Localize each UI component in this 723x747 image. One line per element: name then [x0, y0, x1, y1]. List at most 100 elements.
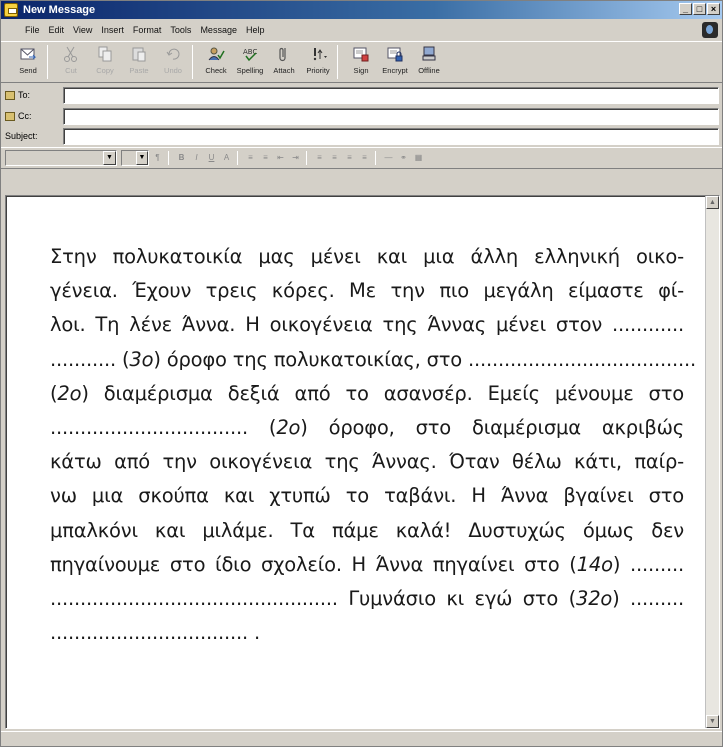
- undo-label: Undo: [164, 66, 182, 75]
- message-body-text[interactable]: Στην πολυκατοικία μας μένει και μια άλλη…: [50, 240, 696, 650]
- windows-logo-icon: [702, 22, 718, 38]
- subject-field[interactable]: [63, 128, 719, 145]
- horizontal-line-icon[interactable]: —: [382, 151, 395, 165]
- sign-button[interactable]: Sign: [344, 42, 378, 82]
- ordinal-number: 3ο: [129, 347, 154, 371]
- toolbar-separator: [168, 151, 169, 165]
- attach-button[interactable]: Attach: [267, 42, 301, 82]
- formatting-toolbar: ▼ ▼ ¶ B I U A ≡ ≡ ⇤ ⇥ ≡ ≡ ≡ ≡ — ⚭ ▦: [1, 147, 722, 169]
- title-bar[interactable]: New Message _ □ ×: [1, 1, 722, 19]
- status-bar: [1, 731, 722, 747]
- vertical-scrollbar[interactable]: ▲ ▼: [705, 196, 719, 728]
- font-size-select[interactable]: ▼: [121, 150, 149, 166]
- message-body[interactable]: Στην πολυκατοικία μας μένει και μια άλλη…: [5, 195, 720, 729]
- maximize-button[interactable]: □: [693, 3, 706, 15]
- encrypt-label: Encrypt: [382, 66, 408, 75]
- body-text-segment: Στην πολυκατοικία μας μένει και μια άλλη…: [50, 245, 684, 268]
- insert-picture-icon[interactable]: ▦: [412, 151, 425, 165]
- increase-indent-icon[interactable]: ⇥: [289, 151, 302, 165]
- menu-message[interactable]: Message: [200, 25, 237, 35]
- encrypt-button[interactable]: Encrypt: [378, 42, 412, 82]
- insert-hyperlink-icon[interactable]: ⚭: [397, 151, 410, 165]
- paste-label: Paste: [129, 66, 149, 75]
- paragraph-style-icon[interactable]: ¶: [151, 151, 164, 165]
- to-label-button[interactable]: To:: [1, 90, 63, 100]
- send-button[interactable]: Send: [11, 42, 45, 82]
- decrease-indent-icon[interactable]: ⇤: [274, 151, 287, 165]
- body-text-segment: ) όροφο, στο διαμέρισμα ακριβώς: [300, 416, 684, 440]
- to-field[interactable]: [63, 87, 719, 104]
- align-left-icon[interactable]: ≡: [313, 151, 326, 165]
- check-names-button[interactable]: Check: [199, 42, 233, 82]
- ordinal-number: 2ο: [276, 416, 301, 440]
- close-button[interactable]: ×: [707, 3, 720, 15]
- body-line: (2ο) διαμέρισμα δεξιά από το ασανσέρ. Εμ…: [50, 377, 684, 411]
- chevron-down-icon: ▼: [103, 151, 116, 165]
- spelling-label: Spelling: [236, 66, 264, 75]
- minimize-button[interactable]: _: [679, 3, 692, 15]
- offline-button[interactable]: Offline: [412, 42, 446, 82]
- sign-icon: [352, 45, 370, 63]
- body-text-segment: λοι. Τη λένε Άννα. Η οικογένεια της Άννα…: [50, 313, 684, 337]
- align-center-icon[interactable]: ≡: [328, 151, 341, 165]
- toolbar-separator: [375, 151, 376, 165]
- scroll-down-button[interactable]: ▼: [706, 715, 719, 728]
- toolbar-separator: [237, 151, 238, 165]
- body-line: νω μια σκούπα και χτυπώ το ταβάνι. Η Άνν…: [50, 479, 684, 513]
- italic-icon[interactable]: I: [190, 151, 203, 165]
- menu-view[interactable]: View: [73, 25, 92, 35]
- undo-button[interactable]: Undo: [156, 42, 190, 82]
- body-line: κάτω από την οικογένεια της Άννας. Όταν …: [50, 445, 684, 479]
- font-name-select[interactable]: ▼: [5, 150, 117, 166]
- align-right-icon[interactable]: ≡: [343, 151, 356, 165]
- cc-field[interactable]: [63, 108, 719, 125]
- body-line: μπαλκόνι και μιλάμε. Τα πάμε καλά! Δυστυ…: [50, 514, 684, 548]
- font-color-icon[interactable]: A: [220, 151, 233, 165]
- paste-button[interactable]: Paste: [122, 42, 156, 82]
- menu-tools[interactable]: Tools: [170, 25, 191, 35]
- scroll-up-button[interactable]: ▲: [706, 196, 719, 209]
- body-line: λοι. Τη λένε Άννα. Η οικογένεια της Άννα…: [50, 308, 684, 342]
- bulleted-list-icon[interactable]: ≡: [259, 151, 272, 165]
- subject-row: Subject:: [1, 126, 722, 146]
- body-text-segment: ................................. .: [50, 621, 260, 645]
- body-line: ........................................…: [50, 582, 684, 616]
- body-line: Στην πολυκατοικία μας μένει και μια άλλη…: [50, 240, 684, 274]
- cut-button[interactable]: Cut: [54, 42, 88, 82]
- body-text-segment: μπαλκόνι και μιλάμε. Τα πάμε καλά! Δυστυ…: [50, 518, 684, 542]
- justify-icon[interactable]: ≡: [358, 151, 371, 165]
- copy-button[interactable]: Copy: [88, 42, 122, 82]
- offline-icon: [420, 45, 438, 63]
- window-controls: _ □ ×: [679, 3, 720, 15]
- cc-label-button[interactable]: Cc:: [1, 111, 63, 121]
- send-icon: [19, 45, 37, 63]
- bold-icon[interactable]: B: [175, 151, 188, 165]
- body-text-segment: ........... (: [50, 347, 130, 371]
- priority-button[interactable]: Priority: [301, 42, 335, 82]
- ordinal-number: 32ο: [576, 587, 613, 611]
- menu-insert[interactable]: Insert: [101, 25, 124, 35]
- copy-label: Copy: [96, 66, 114, 75]
- body-text-segment: ) διαμέρισμα δεξιά από το ασανσέρ. Εμείς…: [81, 381, 684, 405]
- menu-format[interactable]: Format: [133, 25, 162, 35]
- toolbar: Send Cut Copy Paste Undo Check ABC Spell…: [1, 41, 722, 83]
- body-text-segment: γένεια. Έχουν τρεις κόρες. Με την πιο με…: [50, 279, 684, 303]
- body-line: ................................. (2ο) ό…: [50, 411, 684, 445]
- window-title: New Message: [23, 4, 96, 16]
- menu-edit[interactable]: Edit: [49, 25, 65, 35]
- to-row: To:: [1, 85, 722, 105]
- offline-label: Offline: [418, 66, 440, 75]
- menu-file[interactable]: File: [25, 25, 40, 35]
- menu-help[interactable]: Help: [246, 25, 265, 35]
- numbered-list-icon[interactable]: ≡: [244, 151, 257, 165]
- cut-label: Cut: [65, 66, 77, 75]
- body-line: πηγαίνουμε στο ίδιο σχολείο. Η Άννα πηγα…: [50, 548, 684, 582]
- send-label: Send: [19, 66, 37, 75]
- cc-label: Cc:: [18, 111, 32, 121]
- spelling-icon: ABC: [241, 45, 259, 63]
- toolbar-separator: [306, 151, 307, 165]
- toolbar-separator: [192, 45, 193, 79]
- underline-icon[interactable]: U: [205, 151, 218, 165]
- spelling-button[interactable]: ABC Spelling: [233, 42, 267, 82]
- encrypt-icon: [386, 45, 404, 63]
